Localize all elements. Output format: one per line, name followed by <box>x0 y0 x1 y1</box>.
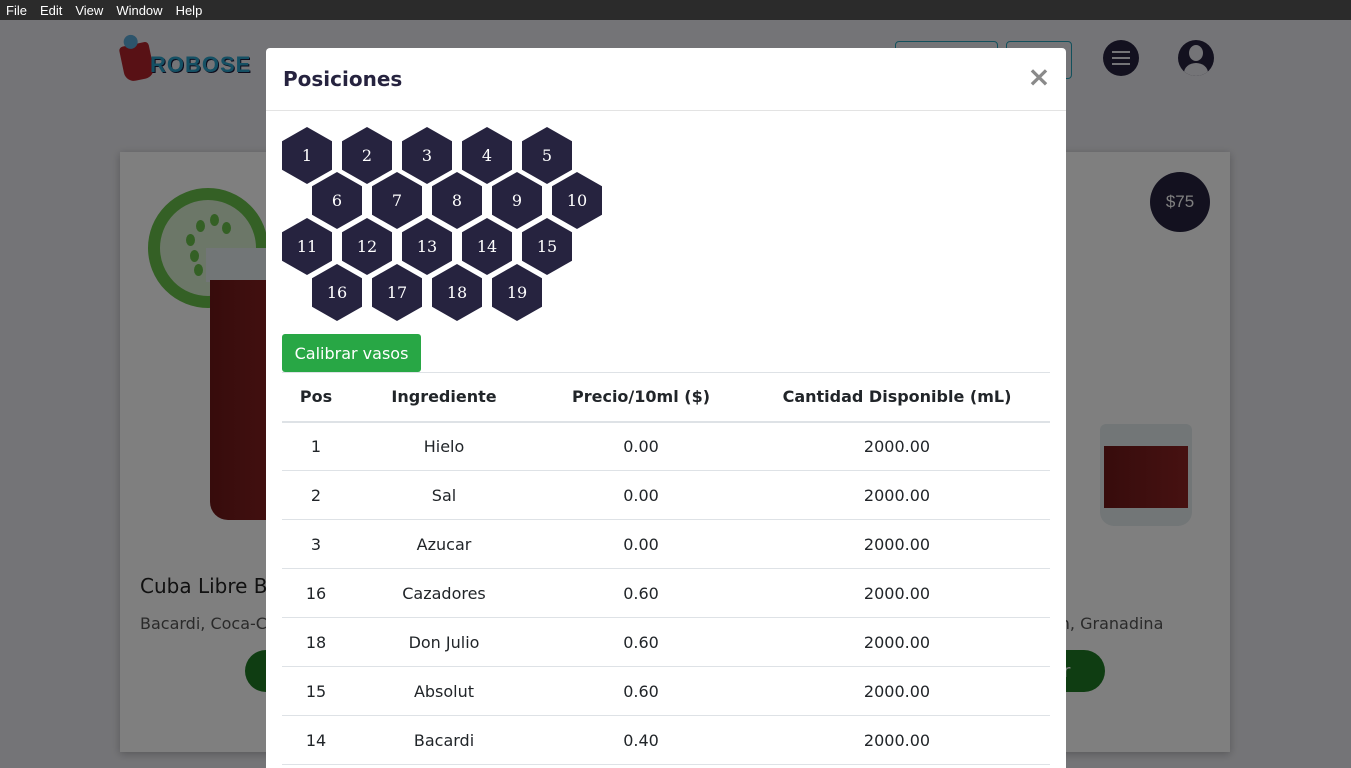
close-icon[interactable]: × <box>1026 62 1052 92</box>
cell-pos: 15 <box>305 681 327 701</box>
position-hex-2[interactable]: 2 <box>342 127 392 184</box>
cell-pos: 2 <box>310 485 322 505</box>
cell-pos: 1 <box>310 436 322 456</box>
cell-quantity: 2000.00 <box>863 681 931 701</box>
cell-quantity: 2000.00 <box>863 583 931 603</box>
cell-ingredient: Azucar <box>416 534 472 554</box>
cell-pos: 3 <box>310 534 322 554</box>
position-hex-10[interactable]: 10 <box>552 172 602 229</box>
position-hex-7[interactable]: 7 <box>372 172 422 229</box>
menu-help[interactable]: Help <box>176 3 203 18</box>
column-header-quantity: Cantidad Disponible (mL) <box>782 387 1012 407</box>
position-hex-6[interactable]: 6 <box>312 172 362 229</box>
table-row: 16 Cazadores 0.60 2000.00 <box>282 569 1050 618</box>
position-hex-8[interactable]: 8 <box>432 172 482 229</box>
table-header-row: Pos Ingrediente Precio/10ml ($) Cantidad… <box>282 372 1050 422</box>
cell-ingredient: Sal <box>431 485 457 505</box>
cell-ingredient: Cazadores <box>402 583 486 603</box>
cell-ingredient: Bacardi <box>413 730 475 750</box>
cell-price: 0.00 <box>623 534 659 554</box>
position-hex-15[interactable]: 15 <box>522 218 572 275</box>
calibrate-glasses-button[interactable]: Calibrar vasos <box>282 334 421 372</box>
cell-price: 0.40 <box>623 730 659 750</box>
table-row: 1 Hielo 0.00 2000.00 <box>282 422 1050 471</box>
column-header-price: Precio/10ml ($) <box>571 387 711 407</box>
cell-price: 0.00 <box>623 485 659 505</box>
cell-price: 0.60 <box>623 583 659 603</box>
position-hex-17[interactable]: 17 <box>372 264 422 321</box>
table-row: 2 Sal 0.00 2000.00 <box>282 471 1050 520</box>
position-hex-1[interactable]: 1 <box>282 127 332 184</box>
positions-table: Pos Ingrediente Precio/10ml ($) Cantidad… <box>282 372 1050 765</box>
position-hex-13[interactable]: 13 <box>402 218 452 275</box>
os-menubar: File Edit View Window Help <box>0 0 1351 20</box>
position-hex-18[interactable]: 18 <box>432 264 482 321</box>
menu-view[interactable]: View <box>75 3 103 18</box>
modal-title: Posiciones <box>283 67 403 91</box>
cell-quantity: 2000.00 <box>863 534 931 554</box>
cell-ingredient: Don Julio <box>408 632 480 652</box>
position-hex-14[interactable]: 14 <box>462 218 512 275</box>
menu-file[interactable]: File <box>6 3 27 18</box>
table-row: 18 Don Julio 0.60 2000.00 <box>282 618 1050 667</box>
menu-edit[interactable]: Edit <box>40 3 62 18</box>
cell-quantity: 2000.00 <box>863 436 931 456</box>
cell-ingredient: Hielo <box>423 436 465 456</box>
cell-price: 0.00 <box>623 436 659 456</box>
column-header-ingredient: Ingrediente <box>391 387 497 407</box>
cell-quantity: 2000.00 <box>863 485 931 505</box>
cell-pos: 18 <box>305 632 327 652</box>
position-hex-11[interactable]: 11 <box>282 218 332 275</box>
cell-quantity: 2000.00 <box>863 730 931 750</box>
position-hex-16[interactable]: 16 <box>312 264 362 321</box>
position-hex-4[interactable]: 4 <box>462 127 512 184</box>
position-hex-12[interactable]: 12 <box>342 218 392 275</box>
position-hex-5[interactable]: 5 <box>522 127 572 184</box>
cell-pos: 14 <box>305 730 327 750</box>
column-header-pos: Pos <box>299 387 333 407</box>
position-hex-3[interactable]: 3 <box>402 127 452 184</box>
position-hex-19[interactable]: 19 <box>492 264 542 321</box>
table-row: 14 Bacardi 0.40 2000.00 <box>282 716 1050 765</box>
table-row: 3 Azucar 0.00 2000.00 <box>282 520 1050 569</box>
cell-pos: 16 <box>305 583 327 603</box>
menu-window[interactable]: Window <box>116 3 162 18</box>
position-hex-9[interactable]: 9 <box>492 172 542 229</box>
positions-modal: Posiciones × 1 2 3 4 5 6 7 8 9 10 11 12 … <box>266 48 1066 768</box>
table-row: 15 Absolut 0.60 2000.00 <box>282 667 1050 716</box>
cell-price: 0.60 <box>623 681 659 701</box>
cell-quantity: 2000.00 <box>863 632 931 652</box>
cell-ingredient: Absolut <box>413 681 475 701</box>
modal-header: Posiciones × <box>266 48 1066 111</box>
cell-price: 0.60 <box>623 632 659 652</box>
position-hex-grid: 1 2 3 4 5 6 7 8 9 10 11 12 13 14 15 16 1… <box>282 127 622 323</box>
